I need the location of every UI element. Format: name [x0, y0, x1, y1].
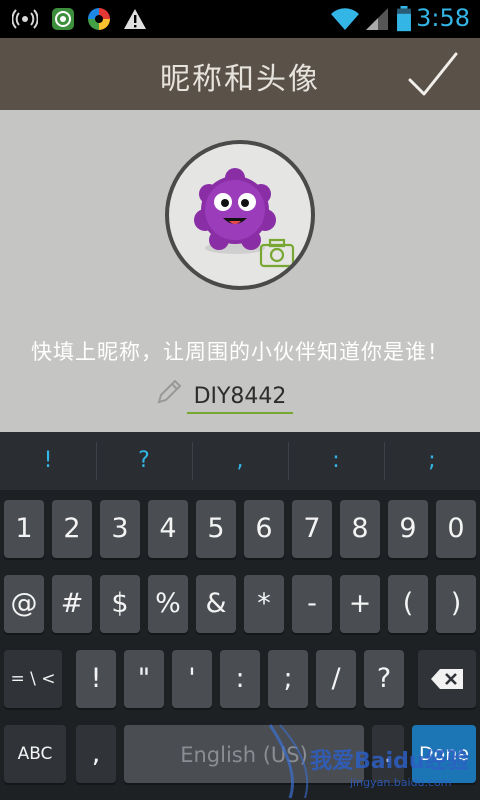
signal-icon — [366, 8, 388, 30]
key-5[interactable]: 5 — [196, 500, 236, 558]
profile-panel: 快填上昵称，让周围的小伙伴知道你是谁！ — [0, 110, 480, 432]
key-double-quote[interactable]: " — [124, 650, 164, 708]
key-3[interactable]: 3 — [100, 500, 140, 558]
checkmark-icon[interactable] — [406, 50, 460, 98]
key-4[interactable]: 4 — [148, 500, 188, 558]
status-bar: 3:58 — [0, 0, 480, 38]
key-6[interactable]: 6 — [244, 500, 284, 558]
title-bar: 昵称和头像 — [0, 38, 480, 110]
key-exclaim[interactable]: ! — [76, 650, 116, 708]
key-2[interactable]: 2 — [52, 500, 92, 558]
suggestion-exclaim[interactable]: ! — [0, 432, 96, 490]
key-at[interactable]: @ — [4, 575, 44, 633]
key-8[interactable]: 8 — [340, 500, 380, 558]
key-7[interactable]: 7 — [292, 500, 332, 558]
clock: 3:58 — [416, 4, 470, 32]
spacebar[interactable]: English (US) — [124, 725, 364, 783]
key-abc[interactable]: ABC — [4, 725, 66, 783]
key-open-paren[interactable]: ( — [388, 575, 428, 633]
key-ampersand[interactable]: & — [196, 575, 236, 633]
key-asterisk[interactable]: * — [244, 575, 284, 633]
key-period[interactable]: . — [372, 725, 404, 783]
key-slash[interactable]: / — [316, 650, 356, 708]
nickname-row — [155, 376, 335, 416]
suggestion-comma[interactable]: , — [192, 432, 288, 490]
avatar-button[interactable] — [165, 140, 315, 290]
key-0[interactable]: 0 — [436, 500, 476, 558]
key-semicolon[interactable]: ; — [268, 650, 308, 708]
key-comma-label: , — [91, 738, 101, 769]
nickname-prompt: 快填上昵称，让周围的小伙伴知道你是谁！ — [31, 340, 449, 364]
key-comma[interactable]: , ... — [76, 725, 116, 800]
suggestion-strip: ! ? , : ; — [0, 432, 480, 490]
battery-icon — [397, 6, 411, 32]
key-1[interactable]: 1 — [4, 500, 44, 558]
key-minus[interactable]: - — [292, 575, 332, 633]
spacebar-label: English (US) — [180, 743, 308, 767]
soft-keyboard: ! ? , : ; 1 2 3 4 5 6 7 8 9 0 @ # $ % & … — [0, 432, 480, 800]
suggestion-colon[interactable]: : — [288, 432, 384, 490]
suggestion-semicolon[interactable]: ; — [384, 432, 480, 490]
backspace-key[interactable] — [418, 650, 476, 708]
warning-icon — [124, 9, 146, 29]
nickname-input[interactable] — [187, 376, 293, 414]
wifi-hotspot-icon — [12, 9, 38, 29]
wifi-icon — [331, 8, 359, 30]
key-plus[interactable]: + — [340, 575, 380, 633]
browser-notification-icon — [88, 8, 110, 30]
key-dollar[interactable]: $ — [100, 575, 140, 633]
key-more-symbols[interactable]: = \ < — [4, 650, 62, 708]
key-close-paren[interactable]: ) — [436, 575, 476, 633]
pencil-icon — [157, 379, 182, 404]
camera-icon — [259, 238, 295, 268]
key-comma-sub: ... — [76, 795, 116, 800]
done-button[interactable]: Done — [412, 725, 476, 783]
key-single-quote[interactable]: ' — [172, 650, 212, 708]
key-colon[interactable]: : — [220, 650, 260, 708]
key-question[interactable]: ? — [364, 650, 404, 708]
app-notification-icon — [52, 8, 74, 30]
key-hash[interactable]: # — [52, 575, 92, 633]
key-9[interactable]: 9 — [388, 500, 428, 558]
key-percent[interactable]: % — [148, 575, 188, 633]
backspace-icon — [431, 669, 463, 689]
suggestion-question[interactable]: ? — [96, 432, 192, 490]
